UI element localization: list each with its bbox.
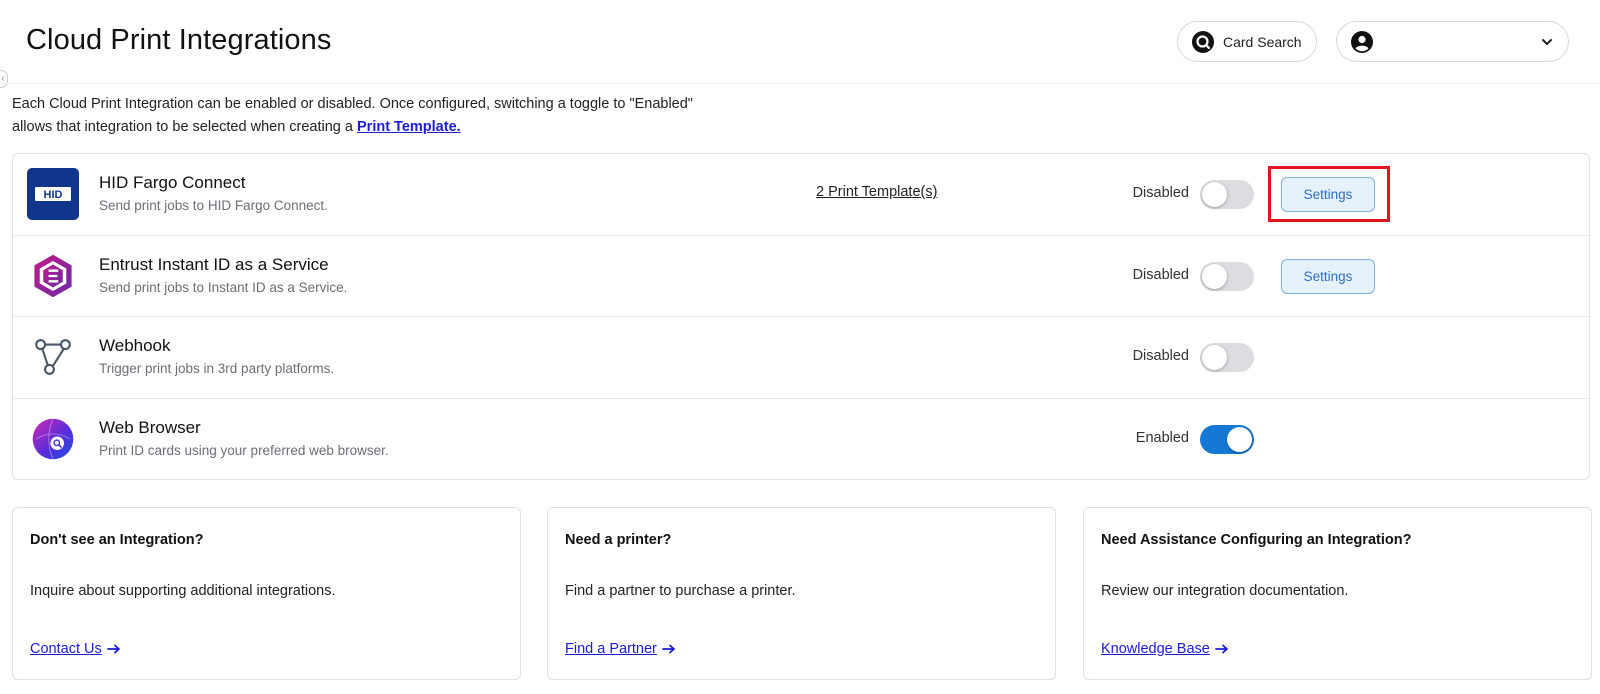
- settings-button[interactable]: Settings: [1281, 258, 1375, 294]
- arrow-right-icon: [661, 644, 675, 654]
- card-text: Review our integration documentation.: [1101, 583, 1349, 599]
- integration-row-web-browser: Web Browser Print ID cards using your pr…: [13, 399, 1589, 480]
- card-link-label: Find a Partner: [565, 641, 657, 657]
- card-link-label: Contact Us: [30, 641, 102, 657]
- card-search-button[interactable]: Card Search: [1177, 21, 1317, 62]
- card-link-label: Knowledge Base: [1101, 641, 1210, 657]
- user-avatar-icon: [1351, 30, 1373, 53]
- knowledge-base-link[interactable]: Knowledge Base: [1101, 641, 1229, 657]
- contact-us-link[interactable]: Contact Us: [30, 641, 121, 657]
- integration-description: Send print jobs to Instant ID as a Servi…: [99, 279, 348, 295]
- integration-row-hid-fargo: HID HID Fargo Connect Send print jobs to…: [13, 154, 1589, 236]
- entrust-logo-icon: [27, 250, 79, 302]
- intro-text: Each Cloud Print Integration can be enab…: [12, 93, 752, 139]
- arrow-right-icon: [1214, 644, 1228, 654]
- toggle-knob: [1227, 426, 1252, 452]
- info-card-assistance: Need Assistance Configuring an Integrati…: [1083, 507, 1592, 680]
- find-a-partner-link[interactable]: Find a Partner: [565, 641, 676, 657]
- intro-line-2-text: allows that integration to be selected w…: [12, 119, 357, 135]
- toggle-knob: [1202, 345, 1227, 370]
- integration-description: Trigger print jobs in 3rd party platform…: [99, 361, 335, 376]
- integration-name: HID Fargo Connect: [99, 173, 246, 192]
- integration-row-entrust: Entrust Instant ID as a Service Send pri…: [13, 236, 1589, 317]
- integrations-list: HID HID Fargo Connect Send print jobs to…: [12, 153, 1590, 480]
- integration-name: Webhook: [99, 336, 171, 355]
- user-menu-dropdown[interactable]: [1336, 21, 1569, 62]
- web-browser-icon: [27, 413, 79, 465]
- integration-toggle[interactable]: [1200, 343, 1254, 372]
- integration-toggle[interactable]: [1200, 424, 1254, 454]
- integration-toggle[interactable]: [1200, 261, 1254, 291]
- chevron-down-icon: [1542, 39, 1552, 45]
- card-text: Inquire about supporting additional inte…: [30, 583, 336, 599]
- card-title: Don't see an Integration?: [30, 532, 204, 548]
- integration-description: Send print jobs to HID Fargo Connect.: [99, 198, 328, 213]
- integration-row-webhook: Webhook Trigger print jobs in 3rd party …: [13, 317, 1589, 399]
- intro-line-2: allows that integration to be selected w…: [12, 116, 752, 139]
- settings-button[interactable]: Settings: [1281, 177, 1375, 212]
- card-title: Need a printer?: [565, 532, 672, 548]
- card-text: Find a partner to purchase a printer.: [565, 583, 796, 599]
- integration-description: Print ID cards using your preferred web …: [99, 442, 389, 458]
- webhook-icon: [27, 331, 79, 383]
- integration-status: Disabled: [1132, 266, 1189, 283]
- page-title: Cloud Print Integrations: [26, 24, 332, 56]
- integration-status: Enabled: [1135, 429, 1189, 446]
- toggle-knob: [1202, 182, 1227, 207]
- card-title: Need Assistance Configuring an Integrati…: [1101, 532, 1412, 548]
- integration-status: Disabled: [1132, 348, 1189, 364]
- info-card-integration: Don't see an Integration? Inquire about …: [12, 507, 521, 680]
- integration-toggle[interactable]: [1200, 180, 1254, 209]
- integration-name: Entrust Instant ID as a Service: [99, 254, 329, 274]
- card-search-label: Card Search: [1223, 33, 1302, 50]
- hid-logo-icon: HID: [27, 168, 79, 220]
- print-template-link[interactable]: Print Template.: [357, 119, 461, 135]
- svg-text:HID: HID: [44, 189, 63, 201]
- info-card-printer: Need a printer? Find a partner to purcha…: [547, 507, 1056, 680]
- intro-line-1: Each Cloud Print Integration can be enab…: [12, 96, 693, 112]
- arrow-right-icon: [106, 644, 120, 654]
- page-header: Cloud Print Integrations Card Search: [0, 0, 1600, 84]
- toggle-knob: [1202, 263, 1227, 289]
- integration-name: Web Browser: [99, 417, 201, 437]
- integration-status: Disabled: [1132, 185, 1189, 201]
- print-templates-link[interactable]: 2 Print Template(s): [816, 184, 937, 200]
- search-icon: [1192, 30, 1214, 53]
